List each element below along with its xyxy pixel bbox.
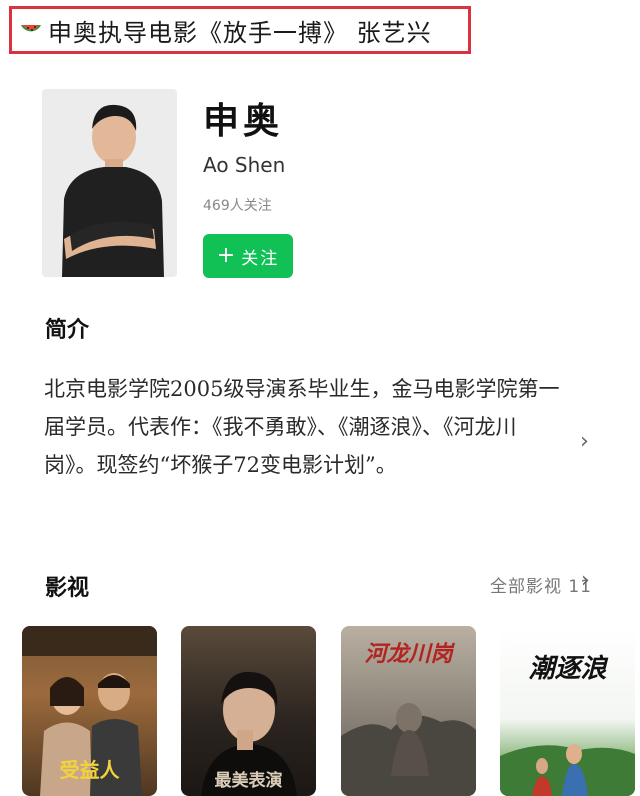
poster-caption: 受益人 <box>59 758 120 782</box>
follow-button-label: 关注 <box>241 248 280 269</box>
all-films-chevron-icon[interactable]: › <box>581 568 590 593</box>
intro-expand-chevron-icon[interactable]: › <box>580 429 589 454</box>
follow-button[interactable]: + 关注 <box>203 234 293 278</box>
film-poster[interactable]: 最美表演 <box>181 626 316 796</box>
film-poster[interactable]: 受益人 <box>22 626 157 796</box>
watermelon-icon <box>21 25 41 32</box>
director-avatar[interactable] <box>42 89 177 277</box>
all-films-link[interactable]: 全部影视 11 <box>490 572 592 597</box>
film-poster[interactable]: 河龙川岗 <box>341 626 476 796</box>
intro-title: 简介 <box>45 317 90 343</box>
headline-text: 申奥执导电影《放手一搏》 张艺兴 <box>48 18 432 47</box>
intro-text[interactable]: 北京电影学院2005级导演系毕业生，金马电影学院第一届学员。代表作：《我不勇敢》… <box>44 370 564 484</box>
plus-icon: + <box>216 243 238 268</box>
poster-caption: 最美表演 <box>214 771 283 791</box>
films-title: 影视 <box>45 575 90 601</box>
director-name-cn: 申奥 <box>203 100 284 142</box>
headline-banner: 申奥执导电影《放手一搏》 张艺兴 <box>9 6 471 54</box>
follower-count: 469人关注 <box>203 198 272 214</box>
director-name-en: Ao Shen <box>203 153 286 177</box>
film-poster[interactable]: 潮逐浪 <box>500 626 635 796</box>
